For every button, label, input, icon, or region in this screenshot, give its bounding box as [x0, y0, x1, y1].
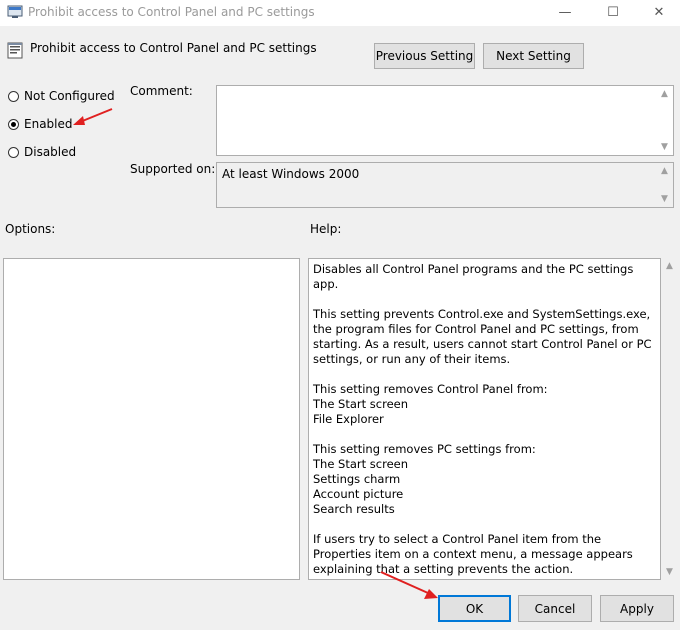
annotation-arrow-ok: [380, 571, 438, 599]
radio-circle: [8, 146, 19, 158]
comment-scrollbar[interactable]: ▲ ▼: [656, 86, 673, 155]
help-panel: Disables all Control Panel programs and …: [308, 258, 661, 580]
help-scrollbar[interactable]: ▲ ▼: [661, 258, 678, 580]
comment-textarea[interactable]: ▲ ▼: [216, 85, 674, 156]
supported-on-label: Supported on:: [130, 162, 216, 176]
scroll-down-icon[interactable]: ▼: [656, 194, 673, 204]
apply-button[interactable]: Apply: [600, 595, 674, 622]
radio-circle: [8, 90, 19, 102]
radio-label: Not Configured: [24, 89, 115, 103]
help-text: Disables all Control Panel programs and …: [313, 262, 652, 576]
supported-scrollbar[interactable]: ▲ ▼: [656, 163, 673, 207]
maximize-icon: ☐: [607, 5, 619, 20]
supported-on-field: At least Windows 2000 ▲ ▼: [216, 162, 674, 208]
close-button[interactable]: ✕: [636, 0, 680, 26]
scroll-up-icon[interactable]: ▲: [661, 261, 678, 271]
radio-label: Enabled: [24, 117, 73, 131]
radio-enabled[interactable]: Enabled: [8, 117, 73, 131]
next-setting-button[interactable]: Next Setting: [483, 43, 584, 69]
close-icon: ✕: [653, 5, 665, 20]
help-label: Help:: [310, 222, 342, 236]
scroll-down-icon[interactable]: ▼: [656, 142, 673, 152]
policy-setting-icon: [7, 42, 23, 59]
annotation-arrow-enabled: [73, 108, 113, 125]
window-title: Prohibit access to Control Panel and PC …: [28, 5, 315, 19]
options-panel: [3, 258, 300, 580]
maximize-button[interactable]: ☐: [590, 0, 636, 26]
minimize-icon: —: [558, 5, 572, 20]
supported-on-value: At least Windows 2000: [222, 167, 360, 181]
minimize-button[interactable]: —: [542, 0, 588, 26]
radio-label: Disabled: [24, 145, 77, 159]
policy-editor-icon: [7, 5, 23, 18]
cancel-button[interactable]: Cancel: [518, 595, 592, 622]
scroll-up-icon[interactable]: ▲: [656, 89, 673, 99]
options-label: Options:: [5, 222, 56, 236]
scroll-up-icon[interactable]: ▲: [656, 166, 673, 176]
scroll-down-icon[interactable]: ▼: [661, 567, 678, 577]
radio-not-configured[interactable]: Not Configured: [8, 89, 115, 103]
ok-button[interactable]: OK: [438, 595, 511, 622]
comment-label: Comment:: [130, 84, 193, 98]
policy-title: Prohibit access to Control Panel and PC …: [30, 41, 317, 55]
radio-circle-selected: [8, 118, 19, 130]
radio-disabled[interactable]: Disabled: [8, 145, 76, 159]
title-bar: Prohibit access to Control Panel and PC …: [0, 0, 680, 26]
previous-setting-button[interactable]: Previous Setting: [374, 43, 475, 69]
